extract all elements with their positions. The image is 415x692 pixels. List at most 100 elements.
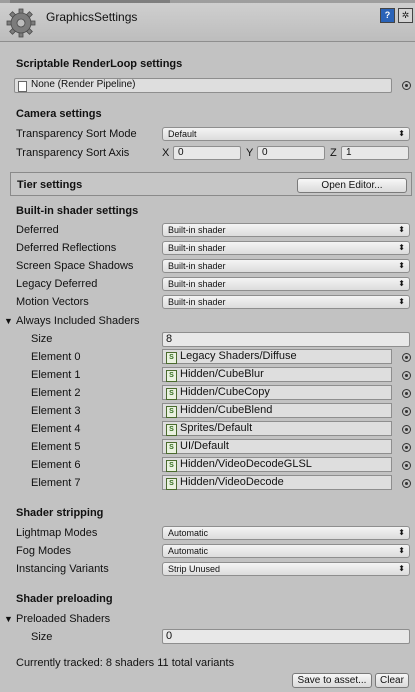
lightmap-modes-dropdown[interactable]: Automatic ⬍ (162, 526, 410, 540)
dropdown-arrow-icon: ⬍ (398, 297, 405, 306)
legacy-deferred-dropdown[interactable]: Built-in shader ⬍ (162, 277, 410, 291)
deferred-dropdown[interactable]: Built-in shader ⬍ (162, 223, 410, 237)
shader-field[interactable]: S Hidden/CubeCopy (162, 385, 392, 400)
camera-heading: Camera settings (16, 108, 102, 120)
shader-name: Legacy Shaders/Diffuse (180, 350, 297, 362)
dropdown-arrow-icon: ⬍ (398, 243, 405, 252)
tracked-status-text: Currently tracked: 8 shaders 11 total va… (16, 657, 235, 669)
shader-name: Hidden/VideoDecodeGLSL (180, 458, 312, 470)
element-label: Element 3 (31, 405, 81, 417)
size-label: Size (31, 333, 53, 345)
shader-field[interactable]: S Hidden/VideoDecodeGLSL (162, 457, 392, 472)
object-picker-icon[interactable] (402, 461, 411, 470)
preload-size-label: Size (31, 631, 53, 643)
builtin-row-label: Deferred (16, 224, 59, 236)
dropdown-value: Automatic (168, 528, 209, 538)
object-picker-icon[interactable] (402, 371, 411, 380)
always-included-heading[interactable]: Always Included Shaders (16, 315, 140, 327)
shader-icon: S (166, 352, 177, 364)
shader-icon: S (166, 460, 177, 472)
preloaded-shaders-label[interactable]: Preloaded Shaders (16, 613, 110, 625)
instancing-variants-dropdown[interactable]: Strip Unused ⬍ (162, 562, 410, 576)
dropdown-value: Built-in shader (168, 279, 226, 289)
builtin-row-label: Deferred Reflections (16, 242, 117, 254)
stripping-row-label: Instancing Variants (16, 563, 109, 575)
builtin-heading: Built-in shader settings (16, 205, 139, 217)
object-picker-icon[interactable] (402, 389, 411, 398)
object-picker-icon[interactable] (402, 425, 411, 434)
foldout-arrow-icon[interactable]: ▼ (4, 614, 13, 624)
dropdown-value: Built-in shader (168, 243, 226, 253)
shader-name: UI/Default (180, 440, 229, 452)
size-field[interactable]: 8 (162, 332, 410, 347)
shader-name: Hidden/VideoDecode (180, 476, 284, 488)
shader-name: Hidden/CubeBlend (180, 404, 273, 416)
element-label: Element 6 (31, 459, 81, 471)
shader-icon: S (166, 406, 177, 418)
foldout-arrow-icon[interactable]: ▼ (4, 316, 13, 326)
motion-vectors-dropdown[interactable]: Built-in shader ⬍ (162, 295, 410, 309)
settings-icon[interactable]: ✲ (398, 8, 413, 23)
shader-icon: S (166, 424, 177, 436)
shader-field[interactable]: S Legacy Shaders/Diffuse (162, 349, 392, 364)
axis-x-label: X (162, 147, 170, 159)
asset-icon (18, 81, 27, 92)
shader-field[interactable]: S UI/Default (162, 439, 392, 454)
shader-field[interactable]: S Sprites/Default (162, 421, 392, 436)
shader-icon: S (166, 370, 177, 382)
tier-heading: Tier settings (17, 179, 83, 191)
sort-mode-value: Default (168, 129, 197, 139)
screen-space-shadows-dropdown[interactable]: Built-in shader ⬍ (162, 259, 410, 273)
render-pipeline-value: None (Render Pipeline) (31, 79, 136, 90)
object-picker-icon[interactable] (402, 407, 411, 416)
axis-y-field[interactable]: 0 (257, 146, 325, 160)
object-picker-icon[interactable] (402, 479, 411, 488)
dropdown-arrow-icon: ⬍ (398, 564, 405, 573)
dropdown-arrow-icon: ⬍ (398, 279, 405, 288)
deferred-reflections-dropdown[interactable]: Built-in shader ⬍ (162, 241, 410, 255)
shader-name: Hidden/CubeBlur (180, 368, 264, 380)
element-label: Element 7 (31, 477, 81, 489)
sort-axis-label: Transparency Sort Axis (16, 147, 130, 159)
dropdown-arrow-icon: ⬍ (398, 261, 405, 270)
open-editor-button[interactable]: Open Editor... (297, 178, 407, 193)
render-pipeline-field[interactable]: None (Render Pipeline) (14, 78, 392, 93)
axis-z-label: Z (330, 147, 337, 159)
element-label: Element 4 (31, 423, 81, 435)
dropdown-arrow-icon: ⬍ (398, 129, 405, 138)
window-title: GraphicsSettings (46, 10, 138, 24)
axis-x-field[interactable]: 0 (173, 146, 241, 160)
help-icon[interactable]: ? (380, 8, 395, 23)
shader-field[interactable]: S Hidden/CubeBlend (162, 403, 392, 418)
element-label: Element 1 (31, 369, 81, 381)
shader-icon: S (166, 478, 177, 490)
shader-icon: S (166, 388, 177, 400)
clear-button[interactable]: Clear (375, 673, 409, 688)
shader-field[interactable]: S Hidden/VideoDecode (162, 475, 392, 490)
preloading-heading: Shader preloading (16, 593, 113, 605)
preload-size-field[interactable]: 0 (162, 629, 410, 644)
element-label: Element 2 (31, 387, 81, 399)
builtin-row-label: Motion Vectors (16, 296, 89, 308)
shader-icon: S (166, 442, 177, 454)
builtin-row-label: Legacy Deferred (16, 278, 98, 290)
tier-settings-box: Tier settings Open Editor... (10, 172, 412, 196)
object-picker-icon[interactable] (402, 81, 411, 90)
object-picker-icon[interactable] (402, 353, 411, 362)
axis-y-label: Y (246, 147, 254, 159)
sort-mode-label: Transparency Sort Mode (16, 128, 137, 140)
object-picker-icon[interactable] (402, 443, 411, 452)
dropdown-value: Built-in shader (168, 261, 226, 271)
save-to-asset-button[interactable]: Save to asset... (292, 673, 372, 688)
fog-modes-dropdown[interactable]: Automatic ⬍ (162, 544, 410, 558)
stripping-row-label: Fog Modes (16, 545, 72, 557)
sort-mode-dropdown[interactable]: Default ⬍ (162, 127, 410, 141)
dropdown-arrow-icon: ⬍ (398, 225, 405, 234)
gear-icon (6, 8, 36, 38)
element-label: Element 0 (31, 351, 81, 363)
shader-field[interactable]: S Hidden/CubeBlur (162, 367, 392, 382)
shader-name: Sprites/Default (180, 422, 253, 434)
dropdown-arrow-icon: ⬍ (398, 546, 405, 555)
axis-z-field[interactable]: 1 (341, 146, 409, 160)
dropdown-value: Built-in shader (168, 225, 226, 235)
